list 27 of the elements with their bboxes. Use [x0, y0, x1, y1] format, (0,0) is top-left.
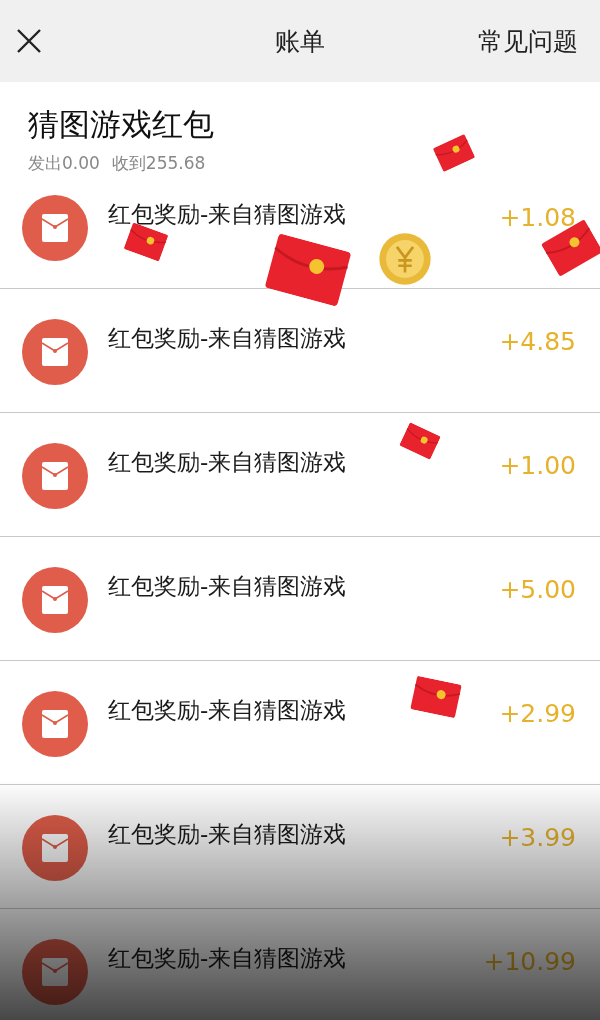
transaction-title: 红包奖励-来自猜图游戏 [108, 200, 347, 229]
transaction-amount: +2.99 [499, 699, 576, 728]
received-total: 收到255.68 [111, 152, 206, 175]
page-title: 账单 [275, 26, 325, 56]
transaction-title: 红包奖励-来自猜图游戏 [108, 448, 347, 477]
transaction-amount: +5.00 [499, 575, 576, 604]
envelope-badge-icon [22, 567, 88, 633]
transaction-title: 红包奖励-来自猜图游戏 [108, 572, 347, 601]
transaction-title: 红包奖励-来自猜图游戏 [108, 696, 347, 725]
transaction-title: 红包奖励-来自猜图游戏 [108, 820, 347, 849]
transaction-amount: +10.99 [483, 947, 576, 976]
transaction-amount: +1.00 [499, 451, 576, 480]
envelope-badge-icon [22, 691, 88, 757]
transaction-amount: +1.08 [499, 203, 576, 232]
envelope-badge-icon [22, 443, 88, 509]
coin-icon [378, 232, 432, 286]
transaction-title: 红包奖励-来自猜图游戏 [108, 944, 347, 973]
faq-link[interactable]: 常见问题 [478, 24, 578, 58]
envelope-badge-icon [22, 939, 88, 1005]
transaction-title: 红包奖励-来自猜图游戏 [108, 324, 347, 353]
envelope-badge-icon [22, 319, 88, 385]
transaction-amount: +4.85 [499, 327, 576, 356]
envelope-badge-icon [22, 815, 88, 881]
bill-title: 猜图游戏红包 [28, 105, 214, 144]
close-icon [16, 28, 42, 54]
transaction-amount: +3.99 [499, 823, 576, 852]
sent-total: 发出0.00 [28, 152, 100, 175]
